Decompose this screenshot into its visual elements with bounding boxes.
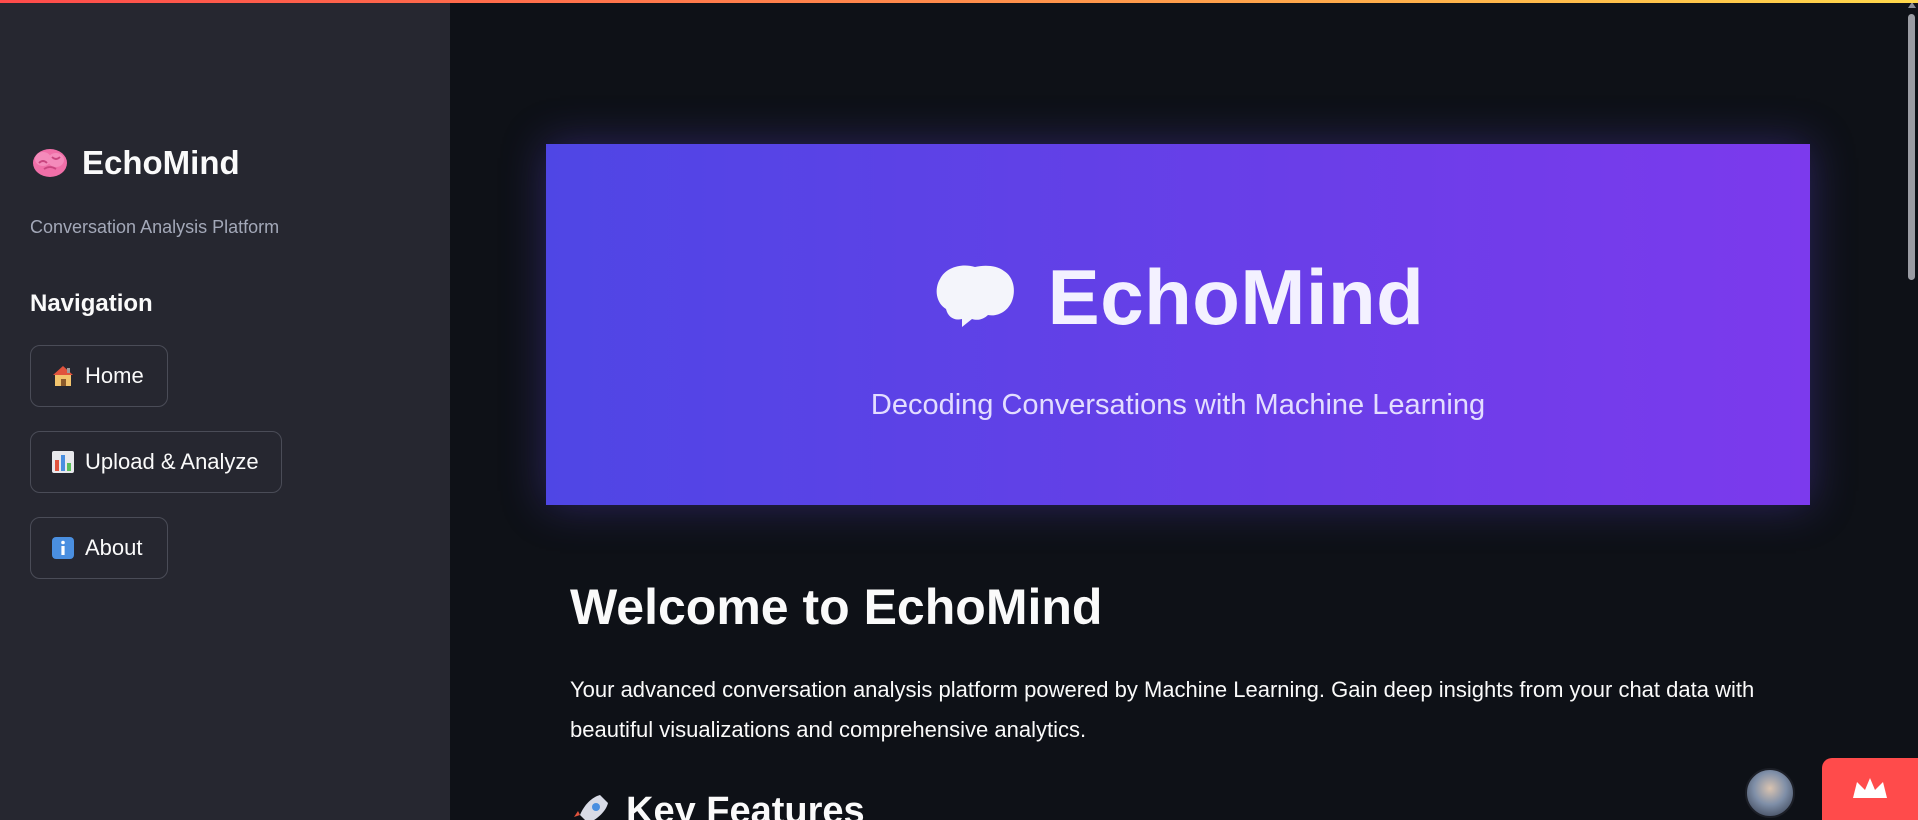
rocket-icon <box>574 794 608 820</box>
nav-home-button[interactable]: Home <box>30 345 168 407</box>
hero-title-row: EchoMind <box>546 252 1810 343</box>
info-icon <box>52 537 74 559</box>
crown-icon <box>1853 778 1887 798</box>
avatar[interactable] <box>1745 768 1795 818</box>
sidebar-brand: EchoMind <box>30 143 240 183</box>
top-accent-bar <box>0 0 1918 3</box>
brain-icon <box>33 149 67 177</box>
nav-home-label: Home <box>85 363 144 388</box>
bar-chart-icon <box>52 451 74 473</box>
sidebar-brand-subtitle: Conversation Analysis Platform <box>30 217 280 237</box>
intro-paragraph: Your advanced conversation analysis plat… <box>570 677 1755 742</box>
key-features-label: Key Features <box>626 790 865 820</box>
main-content: EchoMind Decoding Conversations with Mac… <box>450 0 1918 820</box>
hero-banner: EchoMind Decoding Conversations with Mac… <box>546 144 1810 505</box>
navigation-heading: Navigation <box>30 290 153 317</box>
house-icon <box>53 366 73 386</box>
nav-about-button[interactable]: About <box>30 517 168 579</box>
nav-about-label: About <box>85 535 143 560</box>
nav-upload-analyze-button[interactable]: Upload & Analyze <box>30 431 282 493</box>
sidebar-brand-title: EchoMind <box>82 144 240 181</box>
welcome-heading: Welcome to EchoMind <box>570 579 1103 635</box>
key-features-heading: Key Features <box>570 790 865 820</box>
brain-icon <box>936 265 1014 327</box>
hero-subtitle: Decoding Conversations with Machine Lear… <box>870 389 1486 421</box>
streamlit-badge-button[interactable] <box>1822 758 1918 820</box>
nav-upload-analyze-label: Upload & Analyze <box>85 449 259 474</box>
vertical-scrollbar-thumb[interactable] <box>1908 14 1915 280</box>
sidebar: EchoMind Conversation Analysis Platform … <box>0 0 450 820</box>
hero-title: EchoMind <box>1047 253 1425 341</box>
